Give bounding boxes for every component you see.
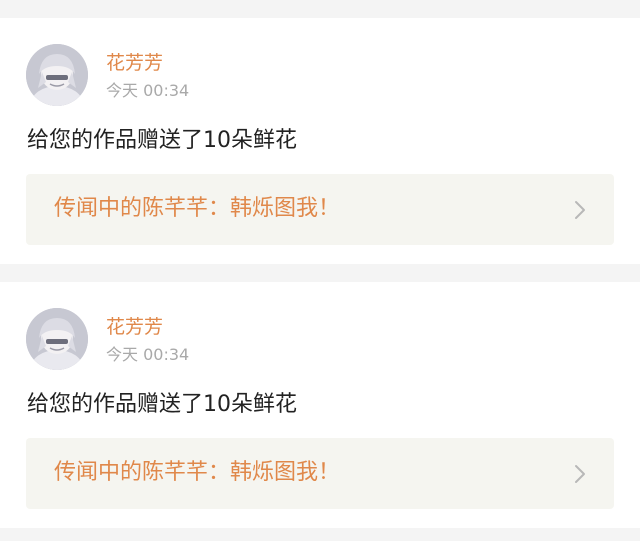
notification-card: 花芳芳 今天 00:34 给您的作品赠送了10朵鲜花 传闻中的陈芊芊：韩烁图我！ (0, 18, 640, 264)
work-link[interactable]: 传闻中的陈芊芊：韩烁图我！ (26, 438, 614, 509)
notification-message: 给您的作品赠送了10朵鲜花 (27, 392, 297, 417)
avatar-image (26, 308, 88, 370)
avatar[interactable] (26, 308, 88, 370)
timestamp: 今天 00:34 (106, 345, 190, 364)
timestamp: 今天 00:34 (106, 81, 190, 100)
username[interactable]: 花芳芳 (106, 315, 163, 339)
avatar-image (26, 44, 88, 106)
work-link[interactable]: 传闻中的陈芊芊：韩烁图我！ (26, 174, 614, 245)
chevron-right-icon (575, 465, 585, 483)
chevron-right-icon (575, 201, 585, 219)
notification-message: 给您的作品赠送了10朵鲜花 (27, 128, 297, 153)
work-title: 传闻中的陈芊芊：韩烁图我！ (54, 460, 341, 485)
notification-feed: 花芳芳 今天 00:34 给您的作品赠送了10朵鲜花 传闻中的陈芊芊：韩烁图我！… (0, 0, 640, 541)
work-title: 传闻中的陈芊芊：韩烁图我！ (54, 196, 341, 221)
notification-card: 花芳芳 今天 00:34 给您的作品赠送了10朵鲜花 传闻中的陈芊芊：韩烁图我！ (0, 282, 640, 528)
username[interactable]: 花芳芳 (106, 51, 163, 75)
avatar[interactable] (26, 44, 88, 106)
